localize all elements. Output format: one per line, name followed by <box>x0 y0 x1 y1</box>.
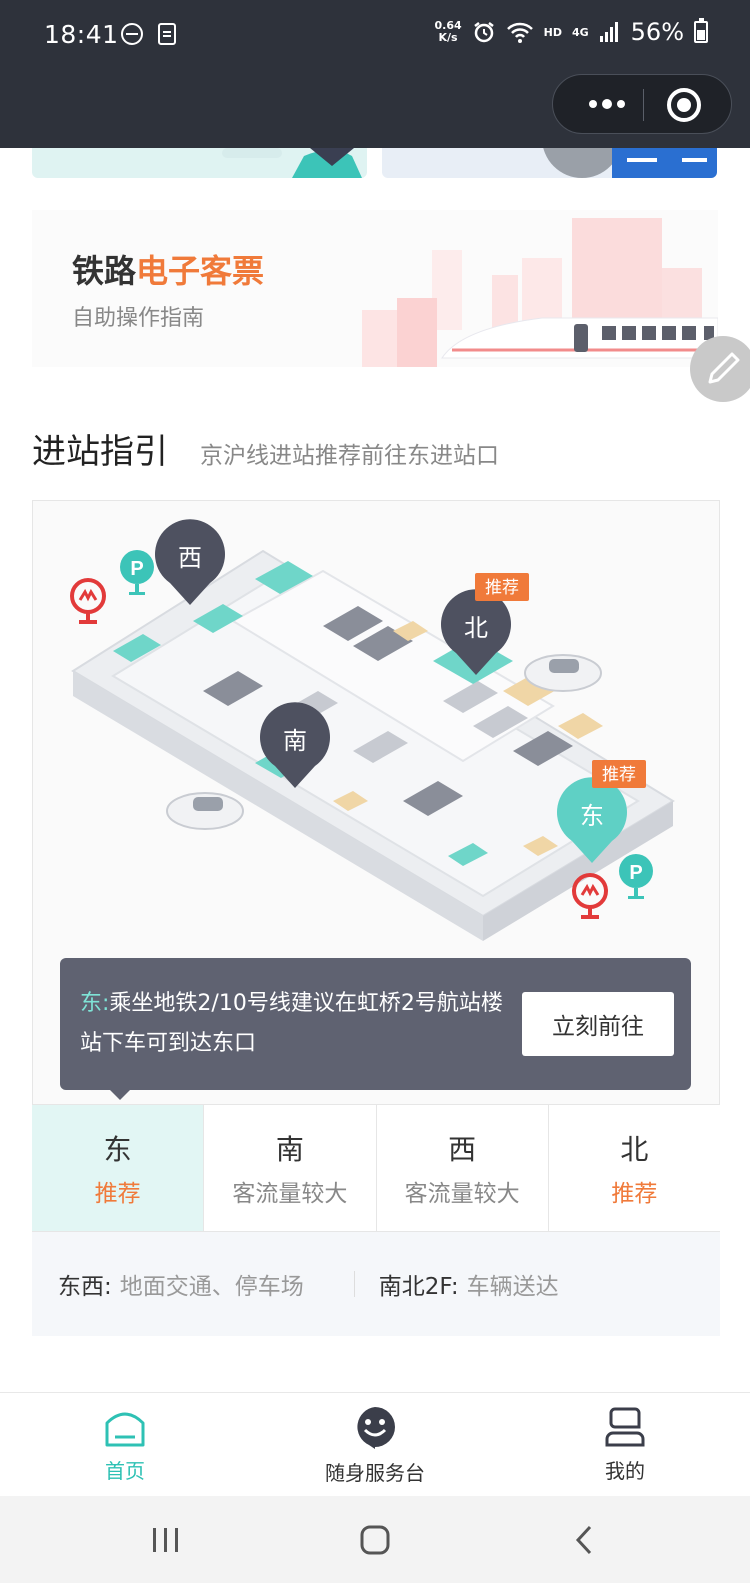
back-chevron-icon <box>575 1525 592 1555</box>
wifi-icon <box>506 22 533 43</box>
nav-service[interactable]: 随身服务台 <box>250 1393 500 1496</box>
mini-program-capsule <box>552 74 732 134</box>
recommend-tag-north: 推荐 <box>475 573 529 601</box>
entrance-tip: 东:乘坐地铁2/10号线建议在虹桥2号航站楼站下车可到达东口 立刻前往 <box>60 958 691 1100</box>
svg-text:东: 东 <box>580 802 604 830</box>
parking-icon: P <box>619 854 653 899</box>
section-title: 进站指引 <box>32 432 168 472</box>
file-icon <box>158 23 176 45</box>
svg-text:西: 西 <box>178 544 202 572</box>
back-button[interactable] <box>562 1518 606 1562</box>
car-icon <box>166 792 244 830</box>
more-button[interactable] <box>575 75 639 133</box>
tip-direction: 东: <box>80 991 110 1016</box>
status-right: 0.64 K/s HD 4G 56% <box>434 18 708 46</box>
status-bar: 18:41 0.64 K/s HD 4G 56% <box>0 0 750 148</box>
car-icon <box>524 654 602 692</box>
edit-float-button[interactable] <box>690 336 750 402</box>
traffic-north-south: 南北2F: 车辆送达 <box>378 1274 559 1300</box>
rail-banner-subtitle: 自助操作指南 <box>72 306 205 331</box>
home-system-button[interactable] <box>353 1518 397 1562</box>
home-icon <box>105 1412 145 1447</box>
recommend-tag-east: 推荐 <box>592 760 646 788</box>
station-map: P P 西 北 南 东 推荐 推荐 <box>70 519 675 941</box>
tab-east[interactable]: 东 推荐 <box>32 1105 205 1231</box>
top-banner-right[interactable] <box>382 148 717 178</box>
status-time: 18:41 <box>44 20 119 49</box>
battery-percent: 56% <box>630 18 684 46</box>
pencil-icon <box>708 352 740 384</box>
parking-icon: P <box>120 550 154 595</box>
metro-icon <box>572 873 608 919</box>
recent-apps-button[interactable] <box>144 1518 188 1562</box>
home-square-icon <box>360 1525 390 1555</box>
close-program-button[interactable] <box>667 88 701 122</box>
tip-text: 东:乘坐地铁2/10号线建议在虹桥2号航站楼站下车可到达东口 <box>80 984 510 1064</box>
svg-text:P: P <box>629 862 642 884</box>
tip-description: 乘坐地铁2/10号线建议在虹桥2号航站楼站下车可到达东口 <box>80 991 503 1056</box>
network-label: 4G <box>571 25 589 39</box>
capsule-divider <box>643 89 644 121</box>
top-banner-left[interactable] <box>32 148 367 178</box>
battery-icon <box>694 18 708 43</box>
station-building <box>71 549 675 941</box>
direction-tabs: 东 推荐 南 客流量较大 西 客流量较大 北 推荐 <box>32 1104 720 1232</box>
banner-illustration-right <box>543 148 717 178</box>
signal-icon <box>599 22 618 42</box>
metro-icon <box>70 578 106 624</box>
svg-text:北: 北 <box>464 614 488 642</box>
section-subtitle: 京沪线进站推荐前往东进站口 <box>200 443 499 469</box>
alarm-icon <box>473 22 494 43</box>
nav-mine[interactable]: 我的 <box>500 1393 750 1496</box>
service-face-icon <box>357 1407 395 1449</box>
svg-text:推荐: 推荐 <box>485 578 519 598</box>
svg-text:P: P <box>130 558 143 580</box>
tab-west[interactable]: 西 客流量较大 <box>377 1105 549 1231</box>
rail-eticket-banner[interactable]: 铁路电子客票 自助操作指南 <box>32 210 718 367</box>
net-speed: 0.64 K/s <box>434 19 462 44</box>
user-icon <box>605 1407 645 1447</box>
train-illustration <box>362 218 718 367</box>
go-now-button[interactable]: 立刻前往 <box>522 992 674 1056</box>
rail-banner-title: 铁路电子客票 <box>72 252 265 290</box>
hd-label: HD <box>543 25 562 39</box>
svg-text:南: 南 <box>283 727 307 755</box>
nav-home[interactable]: 首页 <box>0 1393 250 1496</box>
tab-north[interactable]: 北 推荐 <box>549 1105 720 1231</box>
traffic-divider <box>353 1271 355 1297</box>
tab-south[interactable]: 南 客流量较大 <box>204 1105 377 1231</box>
recent-apps-icon <box>153 1528 178 1552</box>
system-nav-bar <box>0 1496 750 1583</box>
traffic-east-west: 东西: 地面交通、停车场 <box>58 1274 304 1300</box>
svg-text:推荐: 推荐 <box>602 765 636 785</box>
bottom-nav: 首页 随身服务台 我的 <box>0 1392 750 1496</box>
banner-illustration-left <box>222 148 362 178</box>
traffic-info: 东西: 地面交通、停车场 南北2F: 车辆送达 <box>32 1232 720 1336</box>
dnd-icon <box>121 23 143 45</box>
